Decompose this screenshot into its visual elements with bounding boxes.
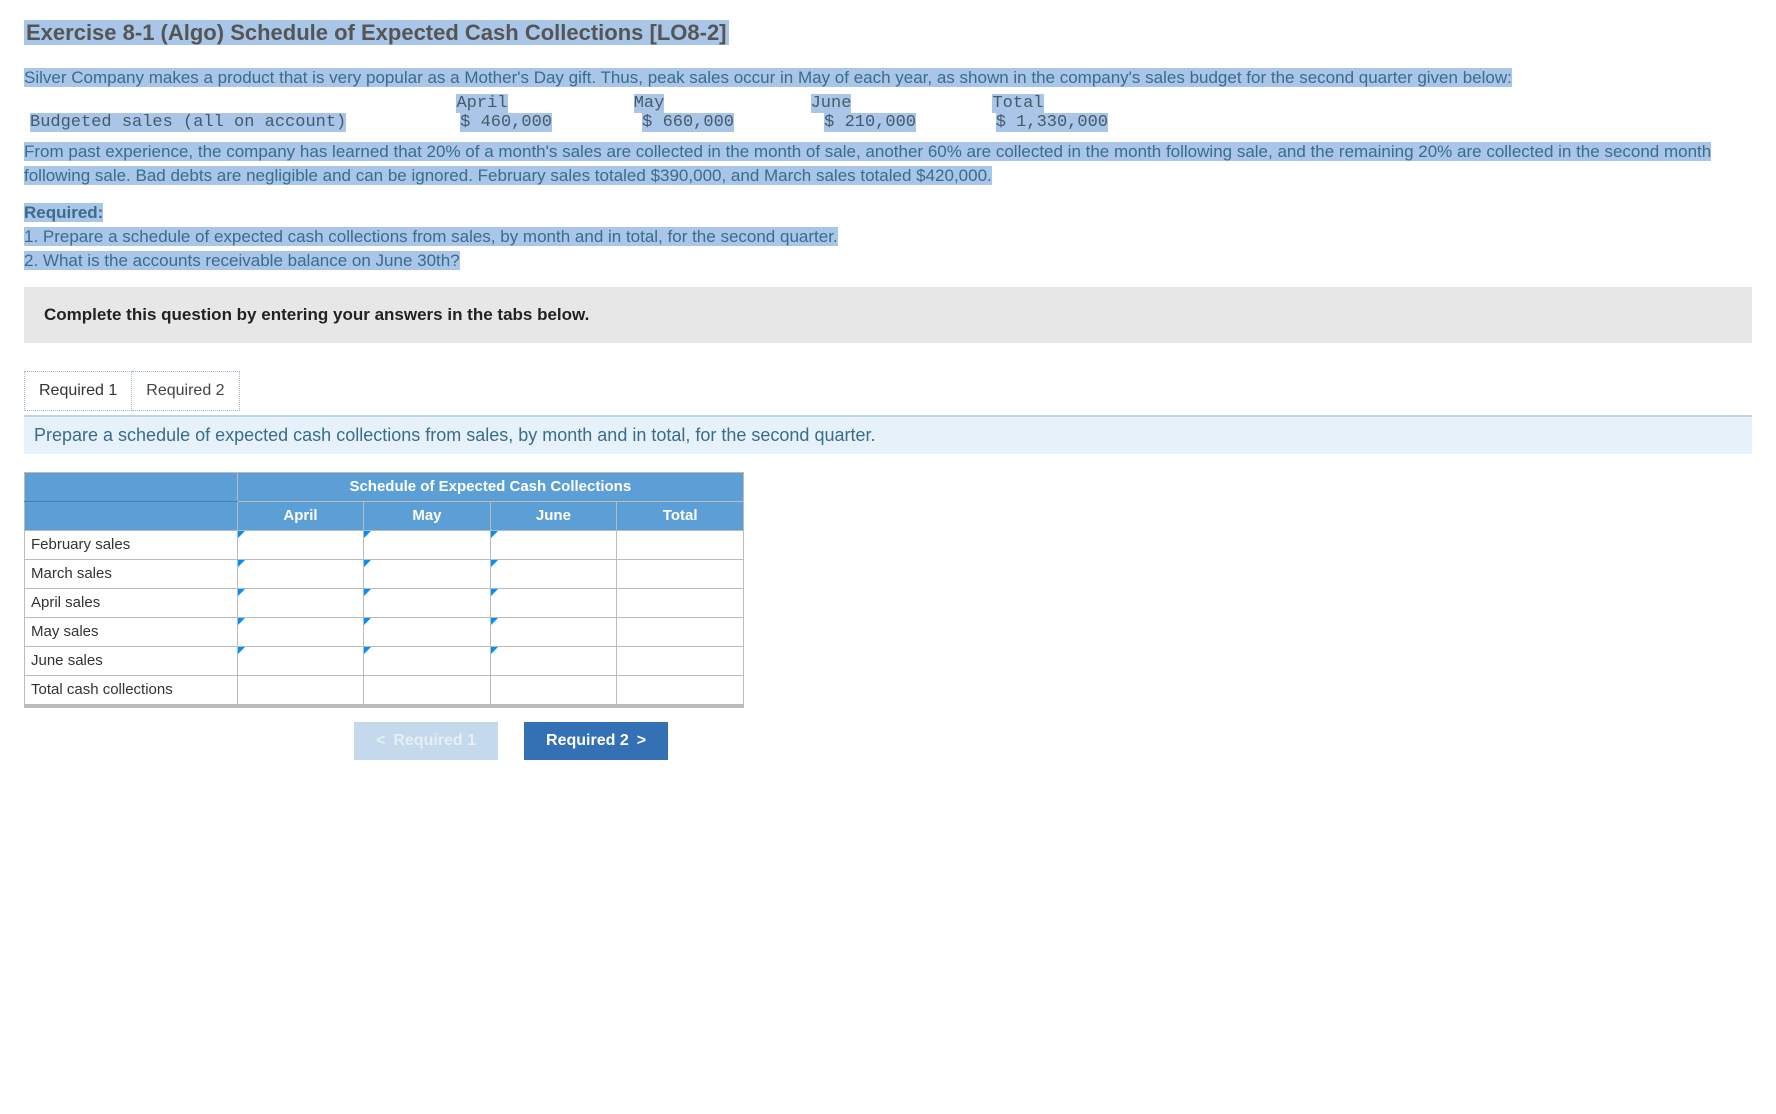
schedule-title-cell: Schedule of Expected Cash Collections [237,472,743,501]
input-total-june[interactable] [490,675,617,704]
input-apr-april[interactable] [237,588,364,617]
input-jun-total[interactable] [617,646,744,675]
row-mar: March sales [25,559,238,588]
input-feb-april[interactable] [237,530,364,559]
input-may-total[interactable] [617,617,744,646]
input-jun-april[interactable] [237,646,364,675]
tab-required-1[interactable]: Required 1 [24,371,132,411]
schedule-table: Schedule of Expected Cash Collections Ap… [24,472,744,705]
row-apr: April sales [25,588,238,617]
tab-required-2[interactable]: Required 2 [132,371,239,411]
budget-table: April May June Total Budgeted sales (all… [24,94,1114,132]
row-feb: February sales [25,530,238,559]
col-may: May [364,501,490,530]
input-apr-may[interactable] [364,588,490,617]
input-jun-june[interactable] [490,646,617,675]
input-may-may[interactable] [364,617,490,646]
col-total: Total [617,501,744,530]
row-may: May sales [25,617,238,646]
collection-policy-text: From past experience, the company has le… [24,140,1752,188]
input-mar-april[interactable] [237,559,364,588]
input-apr-june[interactable] [490,588,617,617]
chevron-left-icon: < [376,732,385,750]
input-feb-total[interactable] [617,530,744,559]
input-feb-june[interactable] [490,530,617,559]
input-apr-total[interactable] [617,588,744,617]
input-total-may[interactable] [364,675,490,704]
input-mar-june[interactable] [490,559,617,588]
input-feb-may[interactable] [364,530,490,559]
next-button[interactable]: Required 2 > [524,722,668,760]
required-section: Required: 1. Prepare a schedule of expec… [24,201,1752,272]
instruction-bar: Complete this question by entering your … [24,287,1752,343]
col-april: April [237,501,364,530]
input-may-june[interactable] [490,617,617,646]
exercise-title: Exercise 8-1 (Algo) Schedule of Expected… [24,20,1752,46]
chevron-right-icon: > [637,732,646,750]
prev-button[interactable]: < Required 1 [354,722,498,760]
sub-instruction: Prepare a schedule of expected cash coll… [24,415,1752,454]
problem-description: Silver Company makes a product that is v… [24,66,1752,90]
input-mar-may[interactable] [364,559,490,588]
input-total-total[interactable] [617,675,744,704]
col-june: June [490,501,617,530]
tabs-row: Required 1 Required 2 [24,371,1752,411]
input-total-april[interactable] [237,675,364,704]
row-jun: June sales [25,646,238,675]
row-total: Total cash collections [25,675,238,704]
input-jun-may[interactable] [364,646,490,675]
input-mar-total[interactable] [617,559,744,588]
input-may-april[interactable] [237,617,364,646]
